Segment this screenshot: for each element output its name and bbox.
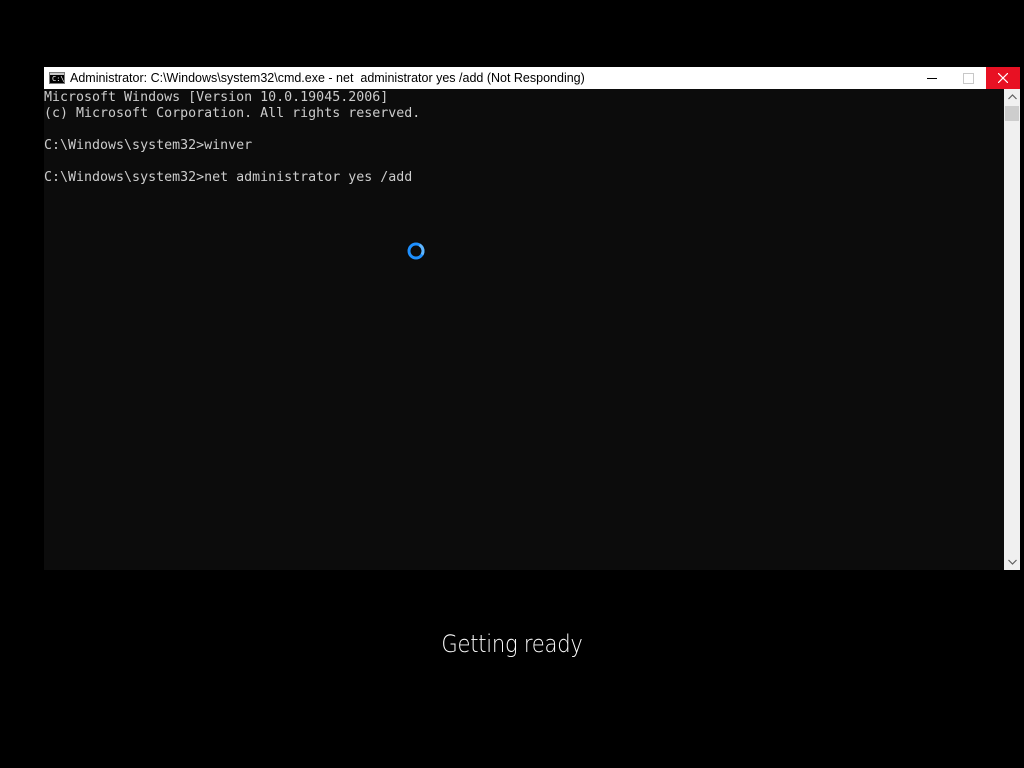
getting-ready-text: Getting ready (441, 630, 583, 658)
scroll-up-button[interactable] (1004, 89, 1020, 105)
console-line: C:\Windows\system32>winver (44, 138, 253, 153)
loading-spinner-icon (406, 241, 426, 261)
close-button[interactable] (986, 67, 1020, 89)
scroll-thumb[interactable] (1005, 106, 1019, 121)
title-bar[interactable]: C:\ Administrator: C:\Windows\system32\c… (44, 67, 1020, 89)
cmd-window[interactable]: C:\ Administrator: C:\Windows\system32\c… (44, 67, 1020, 570)
chevron-down-icon (1007, 559, 1017, 565)
maximize-button[interactable] (950, 67, 986, 89)
console-lines: Microsoft Windows [Version 10.0.19045.20… (44, 90, 420, 186)
cmd-icon[interactable]: C:\ (49, 72, 65, 84)
chevron-up-icon (1007, 94, 1017, 100)
close-icon (998, 73, 1008, 83)
console-line: C:\Windows\system32>net administrator ye… (44, 170, 413, 185)
scroll-down-button[interactable] (1004, 554, 1020, 570)
window-title: Administrator: C:\Windows\system32\cmd.e… (70, 71, 585, 85)
console-line: Microsoft Windows [Version 10.0.19045.20… (44, 90, 389, 105)
console-output[interactable]: Microsoft Windows [Version 10.0.19045.20… (44, 89, 1004, 570)
vertical-scrollbar[interactable] (1004, 89, 1020, 570)
console-line: (c) Microsoft Corporation. All rights re… (44, 106, 421, 121)
minimize-button[interactable] (914, 67, 950, 89)
screen: C:\ Administrator: C:\Windows\system32\c… (0, 0, 1024, 768)
